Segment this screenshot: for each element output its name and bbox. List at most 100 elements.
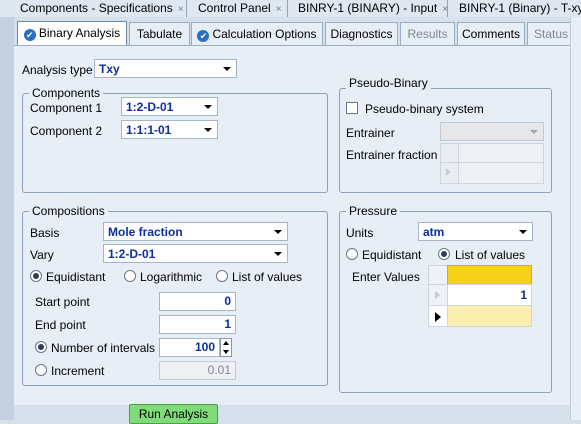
enter-values-label: Enter Values	[352, 270, 420, 284]
equidistant-label: Equidistant	[46, 270, 106, 284]
chevron-down-icon	[274, 230, 282, 234]
end-point-input[interactable]: 1	[159, 315, 236, 334]
number-of-intervals-radio[interactable]	[35, 341, 47, 353]
doc-tab-label: Control Panel	[198, 1, 271, 15]
component-1-dropdown[interactable]: 1:2-D-01	[121, 97, 218, 116]
current-row-arrow-icon	[435, 312, 441, 322]
analysis-type-value: Txy	[99, 62, 120, 76]
run-analysis-button[interactable]: Run Analysis	[129, 404, 218, 424]
end-point-label: End point	[35, 318, 86, 332]
vary-dropdown[interactable]: 1:2-D-01	[103, 244, 288, 263]
number-of-intervals-label: Number of intervals	[51, 341, 156, 355]
tab-label: Diagnostics	[330, 27, 393, 41]
basis-label: Basis	[30, 226, 60, 240]
tab-label: Calculation Options	[212, 27, 317, 41]
tab-diagnostics[interactable]: Diagnostics	[325, 22, 398, 45]
tab-binary-analysis[interactable]: ✔ Binary Analysis	[17, 21, 127, 46]
tab-label: Tabulate	[136, 27, 183, 41]
analysis-type-label: Analysis type	[22, 63, 93, 77]
component-2-dropdown[interactable]: 1:1:1-01	[121, 120, 218, 139]
doc-tab-label: Components - Specifications	[20, 1, 173, 15]
tab-label: Binary Analysis	[38, 26, 121, 40]
doc-tab-binry-txy[interactable]: BINRY-1 (Binary) - T-xy	[448, 0, 581, 17]
number-of-intervals-input[interactable]: 100	[159, 338, 220, 357]
tab-tabulate[interactable]: Tabulate	[129, 22, 190, 45]
analysis-type-dropdown[interactable]: Txy	[94, 59, 237, 78]
pressure-list-of-values-radio[interactable]	[438, 248, 450, 260]
doc-tab-label: BINRY-1 (BINARY) - Input	[298, 1, 438, 15]
chevron-down-icon	[204, 105, 212, 109]
pressure-equidistant-radio[interactable]	[346, 248, 358, 260]
tab-label: Status	[533, 27, 569, 41]
row-pointer-icon	[435, 291, 440, 299]
close-icon[interactable]: ×	[276, 4, 282, 15]
doc-tab-binry-input[interactable]: BINRY-1 (BINARY) - Input ×	[288, 0, 448, 17]
left-margin	[0, 17, 14, 420]
doc-tab-label: BINRY-1 (Binary) - T-xy	[459, 1, 581, 15]
entrainer-dropdown[interactable]	[440, 122, 544, 141]
pseudo-binary-checkbox[interactable]	[346, 102, 358, 114]
pressure-grid-corner	[428, 265, 448, 285]
entrainer-label: Entrainer	[346, 126, 395, 140]
tab-label: Results	[407, 27, 448, 41]
component-2-label: Component 2	[30, 124, 103, 138]
start-point-label: Start point	[35, 295, 90, 309]
increment-label: Increment	[51, 364, 105, 378]
pressure-title: Pressure	[346, 204, 401, 218]
pseudo-binary-title: Pseudo-Binary	[346, 76, 431, 90]
compositions-title: Compositions	[29, 204, 108, 218]
equidistant-radio[interactable]	[30, 270, 42, 282]
chevron-down-icon	[274, 252, 282, 256]
components-title: Components	[29, 86, 104, 100]
tab-results[interactable]: Results	[400, 22, 455, 45]
pressure-grid-row-header	[428, 284, 448, 306]
pressure-grid-header	[447, 265, 532, 285]
tab-comments[interactable]: Comments	[457, 22, 525, 45]
vary-value: 1:2-D-01	[108, 247, 156, 261]
doc-tab-control-panel[interactable]: Control Panel ×	[187, 0, 288, 17]
basis-dropdown[interactable]: Mole fraction	[103, 222, 288, 241]
vertical-scrollbar[interactable]	[570, 17, 581, 420]
chevron-down-icon	[530, 130, 538, 134]
tab-label: Comments	[461, 27, 520, 41]
pressure-equidistant-label: Equidistant	[362, 248, 422, 262]
doc-tab-components-specifications[interactable]: Components - Specifications ×	[0, 0, 187, 17]
document-tab-strip: Components - Specifications × Control Pan…	[0, 0, 581, 17]
pressure-units-value: atm	[423, 225, 445, 239]
pseudo-binary-checkbox-label: Pseudo-binary system	[365, 102, 484, 116]
entrainer-fraction-label: Entrainer fraction	[346, 148, 438, 162]
vary-label: Vary	[30, 248, 54, 262]
tab-calculation-options[interactable]: ✔ Calculation Options	[191, 22, 323, 45]
basis-value: Mole fraction	[108, 225, 183, 239]
spin-down-icon[interactable]	[223, 350, 229, 354]
pressure-units-label: Units	[346, 226, 374, 240]
logarithmic-radio[interactable]	[124, 270, 136, 282]
logarithmic-label: Logarithmic	[140, 270, 203, 284]
entrainer-grid-row-header	[440, 162, 459, 184]
list-of-values-label: List of values	[232, 270, 303, 284]
component-1-value: 1:2-D-01	[126, 100, 174, 114]
pressure-grid-new-row-header	[428, 305, 448, 327]
intervals-spinner[interactable]	[220, 338, 232, 357]
pressure-value: 1	[520, 288, 527, 302]
close-icon[interactable]: ×	[178, 4, 184, 15]
spin-up-icon[interactable]	[223, 341, 229, 345]
chevron-down-icon	[223, 67, 231, 71]
component-1-label: Component 1	[30, 101, 103, 115]
increment-input[interactable]: 0.01	[159, 361, 236, 380]
pressure-units-dropdown[interactable]: atm	[418, 222, 533, 241]
entrainer-grid-header	[458, 143, 544, 163]
list-of-values-radio[interactable]	[216, 270, 228, 282]
check-circle-icon: ✔	[197, 30, 210, 42]
check-circle-icon: ✔	[23, 29, 36, 41]
start-point-input[interactable]: 0	[159, 292, 236, 311]
chevron-down-icon	[519, 230, 527, 234]
row-pointer-icon	[446, 168, 451, 176]
tab-status[interactable]: Status	[527, 22, 575, 45]
entrainer-fraction-cell[interactable]	[458, 162, 544, 184]
pressure-new-value-cell[interactable]	[447, 305, 532, 327]
chevron-down-icon	[204, 128, 212, 132]
pressure-list-of-values-label: List of values	[455, 248, 526, 262]
pressure-value-cell[interactable]: 1	[447, 284, 532, 306]
increment-radio[interactable]	[35, 364, 47, 376]
